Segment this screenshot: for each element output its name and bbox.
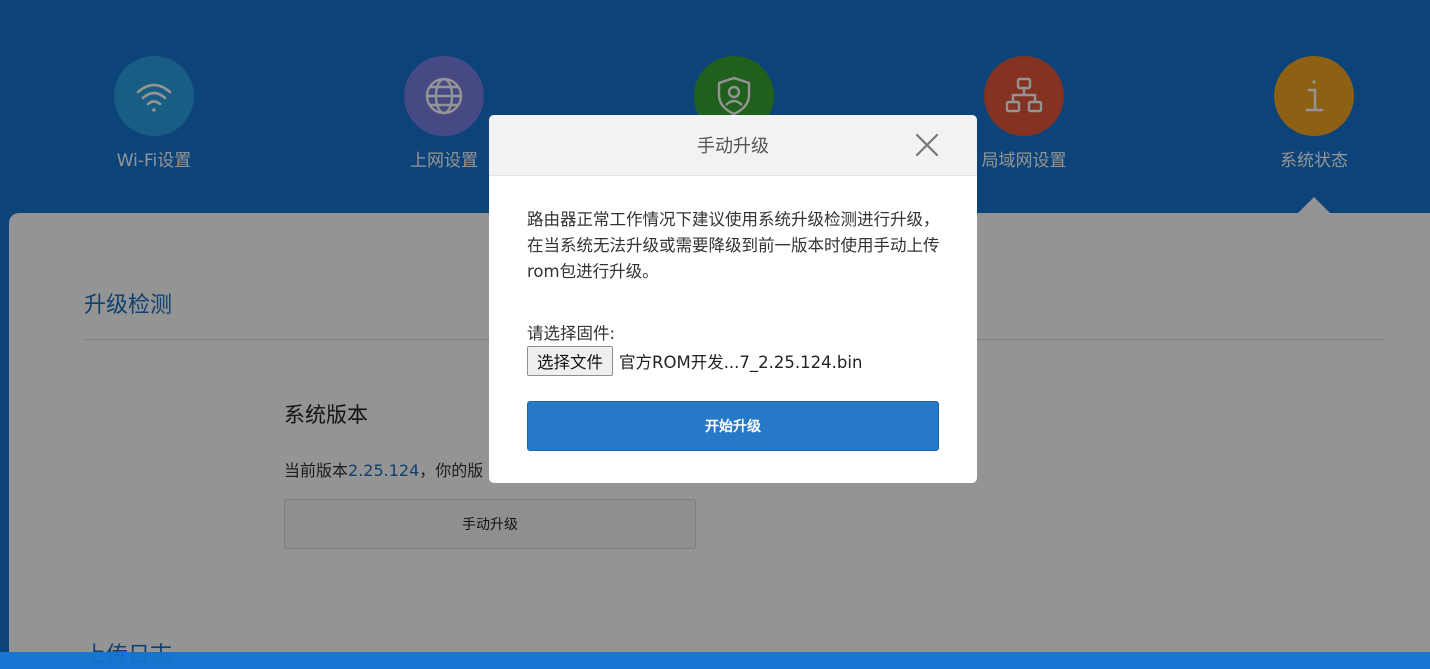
dialog-description: 路由器正常工作情况下建议使用系统升级检测进行升级，在当系统无法升级或需要降级到前… <box>527 210 940 281</box>
choose-firmware-label: 请选择固件: <box>527 324 616 343</box>
dialog-title: 手动升级 <box>697 136 769 157</box>
manual-upgrade-dialog: 手动升级 路由器正常工作情况下建议使用系统升级检测进行升级，在当系统无法升级或需… <box>489 115 977 483</box>
start-upgrade-button[interactable]: 开始升级 <box>527 401 939 451</box>
file-picker: 选择文件 官方ROM开发...7_2.25.124.bin <box>527 346 862 376</box>
choose-file-button[interactable]: 选择文件 <box>527 346 613 376</box>
selected-file-name: 官方ROM开发...7_2.25.124.bin <box>619 353 863 372</box>
dialog-header: 手动升级 <box>489 115 977 176</box>
close-icon[interactable] <box>913 131 941 159</box>
